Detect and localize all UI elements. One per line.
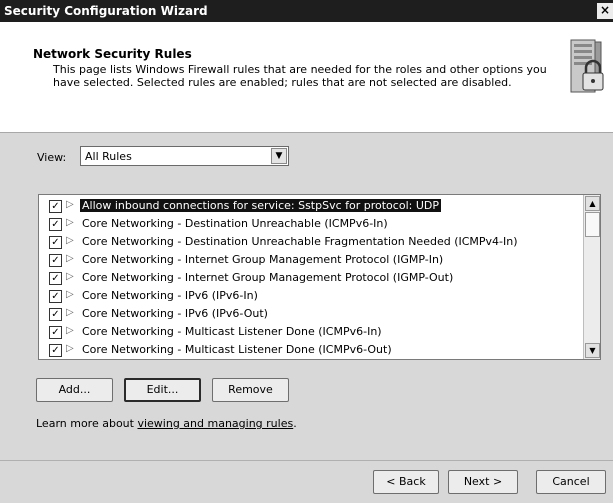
expand-arrow-icon[interactable]: ▷ <box>66 217 74 228</box>
rule-label: Core Networking - Multicast Listener Don… <box>82 325 382 338</box>
chevron-down-icon[interactable]: ▼ <box>271 148 287 164</box>
scroll-thumb[interactable] <box>585 212 600 237</box>
page-title: Network Security Rules <box>33 47 192 61</box>
list-item[interactable]: ✓ ▷ Core Networking - Destination Unreac… <box>39 233 579 251</box>
scroll-down-icon[interactable]: ▼ <box>585 343 600 358</box>
checkbox[interactable]: ✓ <box>49 326 62 339</box>
list-item[interactable]: ✓ ▷ Core Networking - Multicast Listener… <box>39 323 579 341</box>
edit-button[interactable]: Edit... <box>124 378 201 402</box>
wizard-window: Security Configuration Wizard × Network … <box>0 0 613 503</box>
list-item[interactable]: ✓ ▷ Core Networking - Multicast Listener… <box>39 341 579 359</box>
expand-arrow-icon[interactable]: ▷ <box>66 289 74 300</box>
firewall-lock-icon <box>570 39 604 93</box>
list-item[interactable]: ✓ ▷ Core Networking - IPv6 (IPv6-In) <box>39 287 579 305</box>
window-title: Security Configuration Wizard <box>4 4 208 18</box>
viewing-rules-link[interactable]: viewing and managing rules <box>137 417 293 430</box>
list-item[interactable]: ✓ ▷ Core Networking - Destination Unreac… <box>39 215 579 233</box>
expand-arrow-icon[interactable]: ▷ <box>66 253 74 264</box>
next-button[interactable]: Next > <box>448 470 518 494</box>
view-label: View: <box>37 151 67 164</box>
title-bar: Security Configuration Wizard × <box>0 0 613 22</box>
expand-arrow-icon[interactable]: ▷ <box>66 307 74 318</box>
checkbox[interactable]: ✓ <box>49 200 62 213</box>
checkbox[interactable]: ✓ <box>49 308 62 321</box>
rule-label: Allow inbound connections for service: S… <box>80 199 441 212</box>
add-button[interactable]: Add... <box>36 378 113 402</box>
page-description: This page lists Windows Firewall rules t… <box>53 63 547 89</box>
expand-arrow-icon[interactable]: ▷ <box>66 343 74 354</box>
cancel-button[interactable]: Cancel <box>536 470 606 494</box>
checkbox[interactable]: ✓ <box>49 236 62 249</box>
back-button[interactable]: < Back <box>373 470 439 494</box>
footer-divider <box>0 460 613 461</box>
checkbox[interactable]: ✓ <box>49 254 62 267</box>
learn-more-suffix: . <box>293 417 297 430</box>
checkbox[interactable]: ✓ <box>49 344 62 357</box>
rule-label: Core Networking - Destination Unreachabl… <box>82 235 518 248</box>
rule-label: Core Networking - Internet Group Managem… <box>82 271 454 284</box>
expand-arrow-icon[interactable]: ▷ <box>66 199 74 210</box>
rule-label: Core Networking - Internet Group Managem… <box>82 253 444 266</box>
list-item[interactable]: ✓ ▷ Allow inbound connections for servic… <box>39 197 579 215</box>
learn-more-prefix: Learn more about <box>36 417 138 430</box>
checkbox[interactable]: ✓ <box>49 290 62 303</box>
view-dropdown-value: All Rules <box>85 150 132 163</box>
rule-label: Core Networking - Destination Unreachabl… <box>82 217 388 230</box>
remove-button[interactable]: Remove <box>212 378 289 402</box>
scroll-up-icon[interactable]: ▲ <box>585 196 600 211</box>
vertical-scrollbar[interactable]: ▲ ▼ <box>583 195 600 359</box>
rule-label: Core Networking - Multicast Listener Don… <box>82 343 392 356</box>
list-item[interactable]: ✓ ▷ Core Networking - IPv6 (IPv6-Out) <box>39 305 579 323</box>
list-item[interactable]: ✓ ▷ Core Networking - Internet Group Man… <box>39 269 579 287</box>
expand-arrow-icon[interactable]: ▷ <box>66 271 74 282</box>
checkbox[interactable]: ✓ <box>49 272 62 285</box>
rule-label: Core Networking - IPv6 (IPv6-In) <box>82 289 258 302</box>
checkbox[interactable]: ✓ <box>49 218 62 231</box>
rules-list[interactable]: ✓ ▷ Allow inbound connections for servic… <box>38 194 601 360</box>
rule-label: Core Networking - IPv6 (IPv6-Out) <box>82 307 268 320</box>
list-item[interactable]: ✓ ▷ Core Networking - Internet Group Man… <box>39 251 579 269</box>
learn-more-text: Learn more about viewing and managing ru… <box>36 417 297 430</box>
wizard-header: Network Security Rules This page lists W… <box>0 22 613 133</box>
close-icon[interactable]: × <box>597 3 613 19</box>
expand-arrow-icon[interactable]: ▷ <box>66 325 74 336</box>
view-dropdown[interactable]: All Rules ▼ <box>80 146 289 166</box>
expand-arrow-icon[interactable]: ▷ <box>66 235 74 246</box>
